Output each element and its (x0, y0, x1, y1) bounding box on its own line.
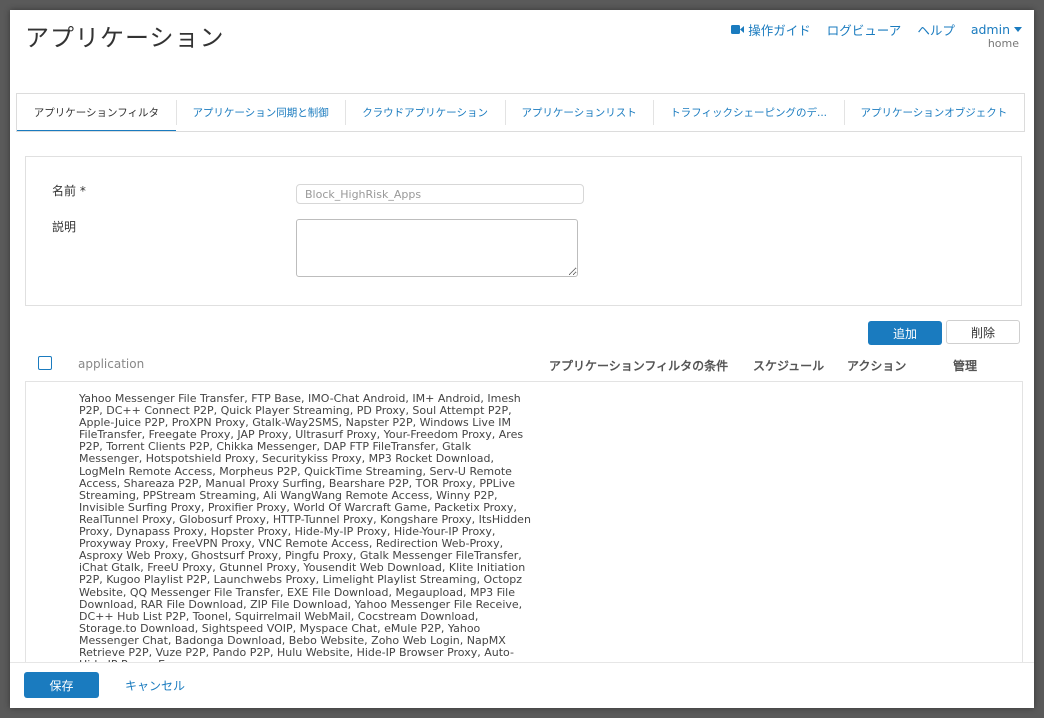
tab-traffic-shaping[interactable]: トラフィックシェーピングのデ... (653, 94, 843, 131)
description-label: 説明 (52, 220, 77, 234)
name-label: 名前 * (52, 184, 86, 198)
name-field[interactable] (296, 184, 584, 204)
column-header-schedule: スケジュール (753, 359, 825, 373)
description-field[interactable] (296, 219, 578, 277)
column-header-manage: 管理 (953, 359, 978, 373)
filter-table: Yahoo Messenger File Transfer, FTP Base,… (25, 381, 1023, 682)
add-button[interactable]: 追加 (868, 321, 942, 345)
save-button[interactable]: 保存 (24, 672, 99, 698)
tab-bar: アプリケーションフィルタ アプリケーション同期と制御 クラウドアプリケーション … (16, 93, 1025, 132)
app-window: アプリケーション 操作ガイド ログビューア ヘルプ admin home アプリ… (10, 10, 1034, 708)
operation-guide-link[interactable]: 操作ガイド (731, 20, 811, 39)
tab-application-list[interactable]: アプリケーションリスト (504, 94, 654, 131)
chevron-down-icon (1014, 27, 1022, 32)
delete-button[interactable]: 削除 (946, 320, 1020, 344)
video-camera-icon (731, 25, 745, 34)
select-all-checkbox[interactable] (38, 356, 52, 370)
user-name: admin (970, 22, 1010, 37)
user-menu[interactable]: admin (971, 22, 1022, 37)
breadcrumb: home (987, 37, 1019, 50)
header-links: 操作ガイド ログビューア ヘルプ admin (731, 20, 1022, 39)
operation-guide-label: 操作ガイド (748, 23, 811, 38)
page-title: アプリケーション (25, 24, 225, 52)
tab-application-filter[interactable]: アプリケーションフィルタ (17, 94, 176, 131)
column-header-application: application (78, 357, 145, 371)
tab-application-objects[interactable]: アプリケーションオブジェクト (843, 94, 1024, 131)
tab-cloud-applications[interactable]: クラウドアプリケーション (345, 94, 504, 131)
help-link[interactable]: ヘルプ (917, 20, 955, 39)
log-viewer-link[interactable]: ログビューア (827, 20, 902, 39)
application-list-cell: Yahoo Messenger File Transfer, FTP Base,… (79, 392, 531, 670)
tab-application-sync-control[interactable]: アプリケーション同期と制御 (175, 94, 346, 131)
column-header-filter-conditions: アプリケーションフィルタの条件 (549, 359, 729, 373)
footer-bar: 保存 キャンセル (10, 662, 1034, 708)
filter-form: 名前 * 説明 (25, 156, 1022, 306)
cancel-link[interactable]: キャンセル (125, 677, 185, 694)
column-header-action: アクション (847, 359, 907, 373)
